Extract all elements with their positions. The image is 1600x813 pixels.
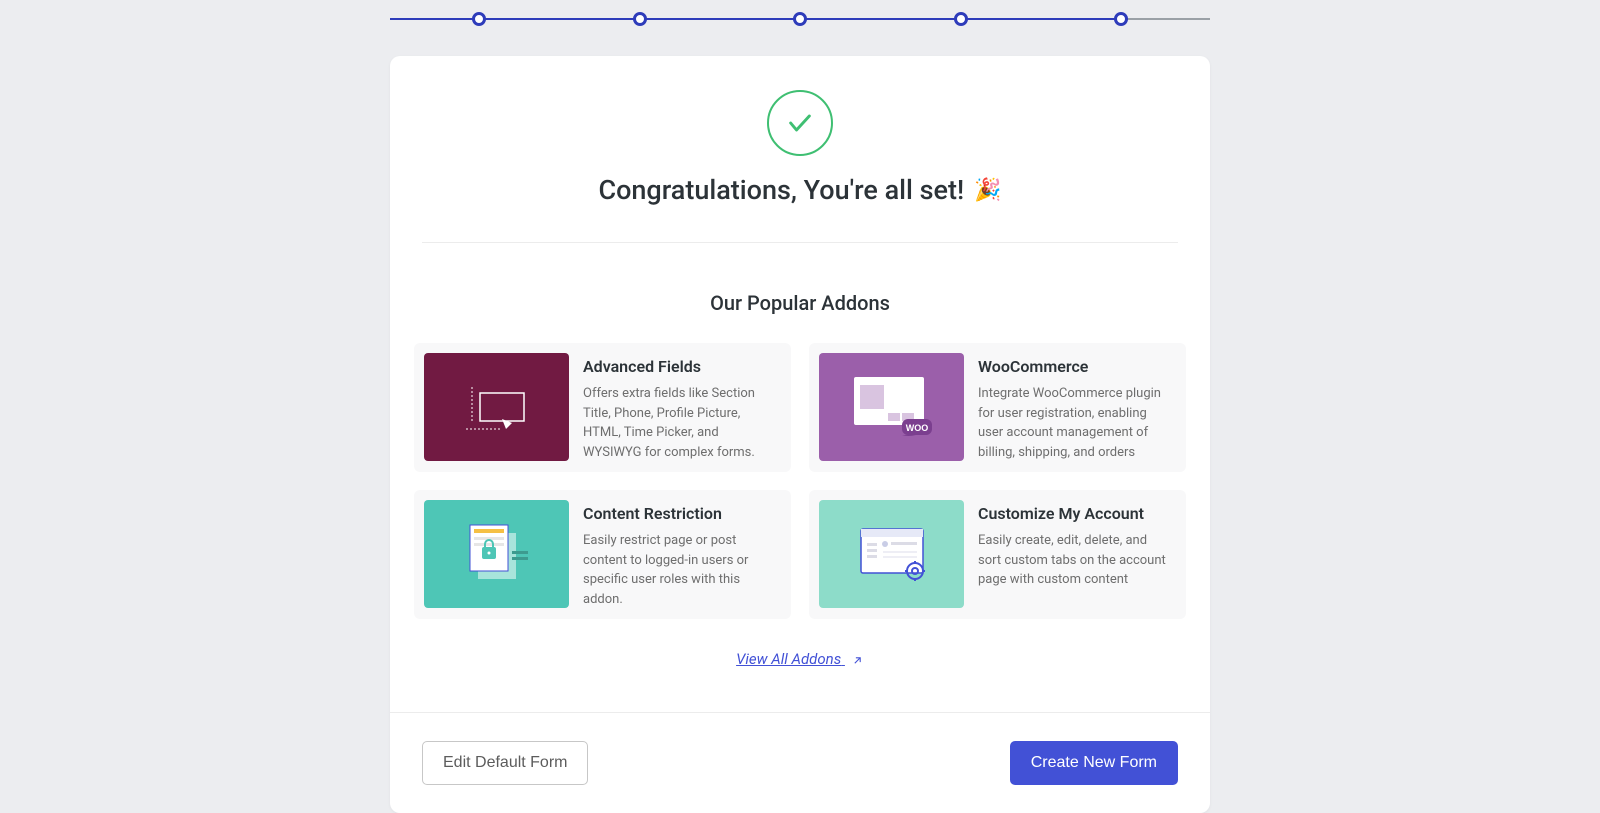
advanced-fields-icon (424, 353, 569, 461)
svg-text:WOO: WOO (905, 423, 928, 433)
step-dot-3[interactable] (793, 12, 807, 26)
addon-title: WooCommerce (978, 357, 1172, 376)
step-dot-2[interactable] (633, 12, 647, 26)
customize-account-icon (819, 500, 964, 608)
card-header: Congratulations, You're all set! 🎉 (390, 56, 1210, 206)
addons-grid: Advanced Fields Offers extra fields like… (390, 343, 1210, 619)
create-new-form-button[interactable]: Create New Form (1010, 741, 1178, 785)
addon-description: Easily create, edit, delete, and sort cu… (978, 531, 1172, 590)
view-all-addons-wrapper: View All Addons (390, 649, 1210, 668)
view-all-label: View All Addons (736, 650, 841, 668)
divider (422, 242, 1178, 243)
stepper-track-pending (1128, 18, 1210, 20)
step-dot-5[interactable] (1114, 12, 1128, 26)
completion-card: Congratulations, You're all set! 🎉 Our P… (390, 56, 1210, 813)
addon-title: Content Restriction (583, 504, 777, 523)
edit-default-form-button[interactable]: Edit Default Form (422, 741, 588, 785)
addon-card-customize-my-account[interactable]: Customize My Account Easily create, edit… (809, 490, 1186, 619)
addon-description: Offers extra fields like Section Title, … (583, 384, 777, 462)
step-dot-4[interactable] (954, 12, 968, 26)
success-check-icon (767, 90, 833, 156)
addon-description: Integrate WooCommerce plugin for user re… (978, 384, 1172, 462)
addons-section-title: Our Popular Addons (390, 291, 1210, 315)
addon-card-woocommerce[interactable]: WOO WooCommerce Integrate WooCommerce pl… (809, 343, 1186, 472)
page-title: Congratulations, You're all set! (598, 174, 964, 206)
party-popper-icon: 🎉 (974, 178, 1001, 203)
content-restriction-icon (424, 500, 569, 608)
addon-title: Advanced Fields (583, 357, 777, 376)
external-link-icon (851, 654, 864, 667)
step-dot-1[interactable] (472, 12, 486, 26)
addon-description: Easily restrict page or post content to … (583, 531, 777, 609)
woocommerce-icon: WOO (819, 353, 964, 461)
progress-stepper (390, 0, 1210, 34)
view-all-addons-link[interactable]: View All Addons (736, 650, 864, 668)
addon-title: Customize My Account (978, 504, 1172, 523)
addon-card-content-restriction[interactable]: Content Restriction Easily restrict page… (414, 490, 791, 619)
card-footer: Edit Default Form Create New Form (390, 712, 1210, 813)
addon-card-advanced-fields[interactable]: Advanced Fields Offers extra fields like… (414, 343, 791, 472)
